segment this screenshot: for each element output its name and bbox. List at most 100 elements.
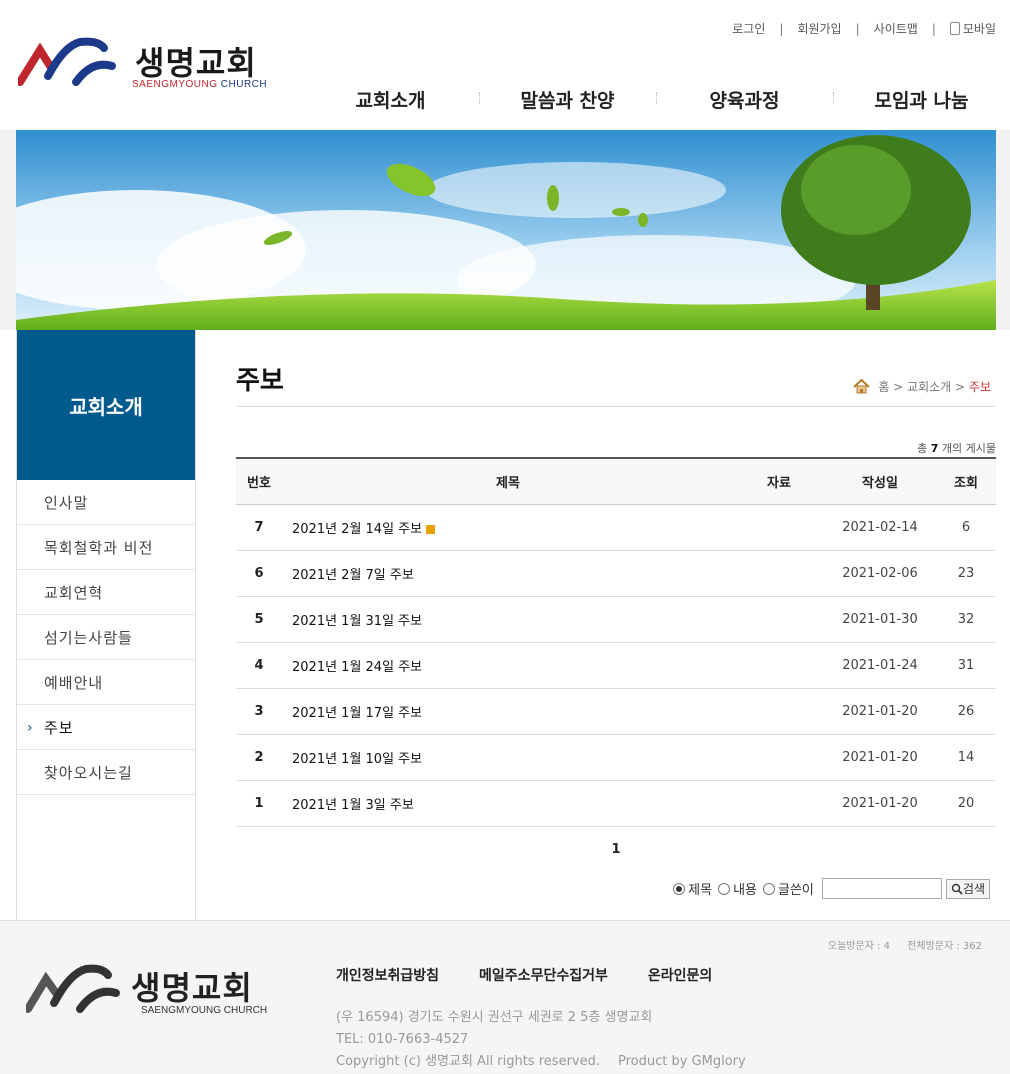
breadcrumb-separator: > bbox=[951, 379, 969, 394]
row-number: 7 bbox=[236, 504, 282, 551]
footer-tel: TEL: 010-7663-4527 bbox=[336, 1032, 469, 1047]
new-post-icon bbox=[426, 524, 436, 534]
footer-links: 개인정보취급방침 메일주소무단수집거부 온라인문의 bbox=[336, 965, 712, 985]
post-title-link[interactable]: 2021년 1월 10일 주보 bbox=[292, 752, 422, 767]
row-date: 2021-01-20 bbox=[824, 734, 936, 781]
nav-item-intro[interactable]: 교회소개 bbox=[302, 86, 479, 116]
search-option-title[interactable]: 제목 bbox=[673, 879, 712, 898]
nav-item-word-praise[interactable]: 말씀과 찬양 bbox=[479, 86, 656, 116]
row-number: 6 bbox=[236, 550, 282, 597]
logo-text: 생명교회 bbox=[135, 44, 257, 82]
table-header-row: 번호 제목 자료 작성일 조회 bbox=[236, 457, 996, 505]
row-file bbox=[734, 596, 824, 643]
breadcrumb-current: 주보 bbox=[968, 380, 991, 394]
email-refusal-link[interactable]: 메일주소무단수집거부 bbox=[479, 965, 608, 985]
row-number: 1 bbox=[236, 780, 282, 827]
login-link[interactable]: 로그인 bbox=[732, 20, 765, 37]
row-hits: 32 bbox=[936, 596, 996, 643]
column-header-hits: 조회 bbox=[936, 457, 996, 505]
radio-checked-icon bbox=[673, 882, 686, 895]
column-header-date: 작성일 bbox=[824, 457, 936, 505]
sidebar-item-greeting[interactable]: 인사말 bbox=[17, 480, 195, 525]
sidebar-item-vision[interactable]: 목회철학과 비전 bbox=[17, 525, 195, 570]
sidebar-title: 교회소개 bbox=[17, 330, 195, 480]
sidebar: 교회소개 인사말 목회철학과 비전 교회연혁 섬기는사람들 예배안내 › 주보 … bbox=[16, 330, 196, 920]
search-option-author[interactable]: 글쓴이 bbox=[763, 879, 814, 898]
row-hits: 26 bbox=[936, 688, 996, 735]
footer-copyright-line: Copyright (c) 생명교회 All rights reserved. P… bbox=[336, 1054, 746, 1069]
post-title-link[interactable]: 2021년 1월 3일 주보 bbox=[292, 798, 414, 813]
sidebar-item-staff[interactable]: 섬기는사람들 bbox=[17, 615, 195, 660]
sitemap-link[interactable]: 사이트맵 bbox=[874, 20, 918, 37]
row-file bbox=[734, 504, 824, 551]
row-number: 4 bbox=[236, 642, 282, 689]
post-title-link[interactable]: 2021년 2월 14일 주보 bbox=[292, 522, 422, 537]
footer-logo-mark-icon bbox=[24, 964, 120, 1013]
mobile-link[interactable]: 모바일 bbox=[949, 20, 996, 37]
join-link[interactable]: 회원가입 bbox=[797, 20, 841, 37]
church-logo[interactable]: 생명교회 SAENGMYOUNG CHURCH bbox=[18, 36, 278, 96]
search-button[interactable]: 검색 bbox=[945, 878, 990, 899]
sidebar-item-bulletin[interactable]: › 주보 bbox=[17, 705, 195, 750]
row-hits: 20 bbox=[936, 780, 996, 827]
row-hits: 23 bbox=[936, 550, 996, 597]
main-nav: 교회소개 말씀과 찬양 양육과정 모임과 나눔 bbox=[302, 86, 1010, 116]
util-separator: | bbox=[855, 21, 860, 36]
utility-links: 로그인 | 회원가입 | 사이트맵 | 모바일 bbox=[732, 20, 996, 37]
hero-banner bbox=[0, 130, 1010, 330]
footer-logo: 생명교회 SAENGMYOUNG CHURCH bbox=[24, 961, 286, 1021]
nav-item-training[interactable]: 양육과정 bbox=[656, 86, 833, 116]
sidebar-item-worship[interactable]: 예배안내 bbox=[17, 660, 195, 705]
row-number: 3 bbox=[236, 688, 282, 735]
footer-logo-text: 생명교회 bbox=[131, 969, 253, 1007]
row-hits: 6 bbox=[936, 504, 996, 551]
row-date: 2021-02-14 bbox=[824, 504, 936, 551]
logo-mark-icon bbox=[18, 37, 116, 86]
breadcrumb-home[interactable]: 홈 bbox=[878, 378, 889, 395]
util-separator: | bbox=[931, 21, 936, 36]
search-option-content[interactable]: 내용 bbox=[718, 879, 757, 898]
breadcrumb-section[interactable]: 교회소개 bbox=[907, 378, 951, 395]
online-inquiry-link[interactable]: 온라인문의 bbox=[648, 965, 712, 985]
column-header-title: 제목 bbox=[282, 457, 734, 505]
row-date: 2021-01-20 bbox=[824, 688, 936, 735]
search-bar: 제목 내용 글쓴이 검색 bbox=[673, 878, 990, 899]
row-date: 2021-01-24 bbox=[824, 642, 936, 689]
column-header-no: 번호 bbox=[236, 457, 282, 505]
sidebar-item-history[interactable]: 교회연혁 bbox=[17, 570, 195, 615]
title-divider bbox=[236, 406, 996, 407]
post-title-link[interactable]: 2021년 2월 7일 주보 bbox=[292, 568, 414, 583]
pagination: 1 bbox=[236, 842, 996, 857]
row-number: 5 bbox=[236, 596, 282, 643]
row-file bbox=[734, 734, 824, 781]
privacy-policy-link[interactable]: 개인정보취급방침 bbox=[336, 965, 439, 985]
row-title-cell: 2021년 1월 10일 주보 bbox=[282, 734, 734, 781]
row-title-cell: 2021년 2월 7일 주보 bbox=[282, 550, 734, 597]
row-date: 2021-02-06 bbox=[824, 550, 936, 597]
column-header-file: 자료 bbox=[734, 457, 824, 505]
row-title-cell: 2021년 1월 31일 주보 bbox=[282, 596, 734, 643]
sidebar-item-label: 주보 bbox=[44, 718, 74, 737]
table-row: 2 2021년 1월 10일 주보 2021-01-20 14 bbox=[236, 734, 996, 781]
row-hits: 14 bbox=[936, 734, 996, 781]
post-title-link[interactable]: 2021년 1월 31일 주보 bbox=[292, 614, 422, 629]
search-input[interactable] bbox=[821, 878, 942, 899]
header: 생명교회 SAENGMYOUNG CHURCH 로그인 | 회원가입 | 사이트… bbox=[0, 0, 1010, 130]
row-title-cell: 2021년 1월 3일 주보 bbox=[282, 780, 734, 827]
post-count: 총 7 개의 게시물 bbox=[917, 442, 996, 455]
page-title: 주보 bbox=[236, 366, 284, 396]
post-title-link[interactable]: 2021년 1월 17일 주보 bbox=[292, 706, 422, 721]
bulletin-table: 번호 제목 자료 작성일 조회 7 2021년 2월 14일 주보 2021-0… bbox=[236, 457, 996, 827]
row-hits: 31 bbox=[936, 642, 996, 689]
footer-product: Product by GMglory bbox=[618, 1054, 746, 1069]
nav-item-fellowship[interactable]: 모임과 나눔 bbox=[833, 86, 1010, 116]
footer: 오늘방문자 : 4 전체방문자 : 362 생명교회 SAENGMYOUNG C… bbox=[0, 920, 1010, 1074]
footer-info: (우 16594) 경기도 수원시 권선구 세권로 2 5층 생명교회 TEL:… bbox=[336, 1007, 746, 1073]
sidebar-item-directions[interactable]: 찾아오시는길 bbox=[17, 750, 195, 795]
table-row: 1 2021년 1월 3일 주보 2021-01-20 20 bbox=[236, 780, 996, 827]
post-title-link[interactable]: 2021년 1월 24일 주보 bbox=[292, 660, 422, 675]
page-number-current[interactable]: 1 bbox=[611, 842, 620, 857]
row-title-cell: 2021년 1월 17일 주보 bbox=[282, 688, 734, 735]
sidebar-menu: 인사말 목회철학과 비전 교회연혁 섬기는사람들 예배안내 › 주보 찾아오시는… bbox=[17, 480, 195, 795]
table-row: 5 2021년 1월 31일 주보 2021-01-30 32 bbox=[236, 596, 996, 643]
